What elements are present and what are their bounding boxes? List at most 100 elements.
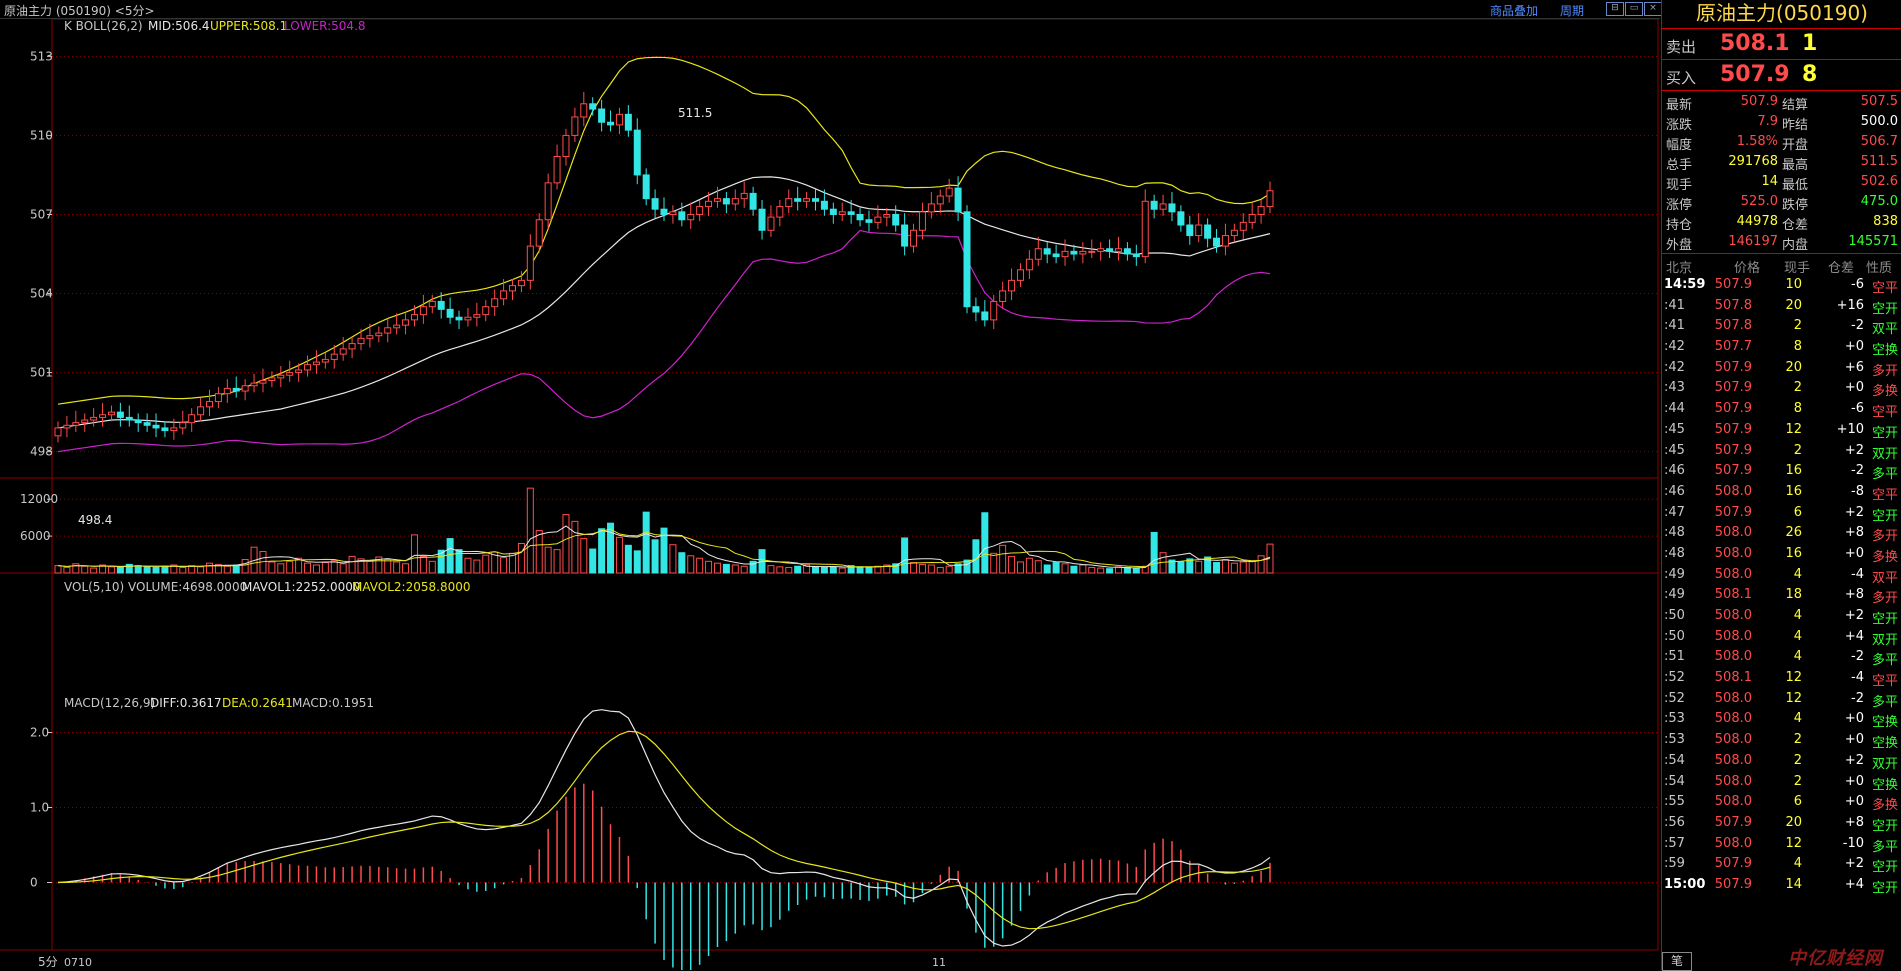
tick-row[interactable]: :53 508.0 2 +0 空换 — [1662, 730, 1901, 751]
candle-body — [1043, 248, 1051, 255]
quote-panel: 原油主力(050190) 卖出 508.1 1 买入 507.9 8 最新 507… — [1661, 0, 1901, 971]
tick-row[interactable]: :48 508.0 26 +8 多开 — [1662, 523, 1901, 544]
tick-row[interactable]: :47 507.9 6 +2 空开 — [1662, 503, 1901, 524]
tick-time: :42 — [1664, 339, 1685, 355]
stats-row: 涨跌 7.9 昨结 500.0 — [1662, 112, 1901, 133]
tick-nature: 空换 — [1871, 777, 1898, 793]
tick-price: 508.0 — [1714, 794, 1752, 810]
tick-row[interactable]: :53 508.0 4 +0 空换 — [1662, 709, 1901, 730]
tick-row[interactable]: :48 508.0 16 +0 多换 — [1662, 544, 1901, 565]
candle-body — [1123, 248, 1131, 255]
tick-row[interactable]: :57 508.0 12 -10 多平 — [1662, 834, 1901, 855]
tick-row[interactable]: :42 507.9 20 +6 多开 — [1662, 358, 1901, 379]
tick-row[interactable]: :46 508.0 16 -8 空平 — [1662, 482, 1901, 503]
volume-bar — [820, 566, 828, 574]
tick-oi-change: -10 — [1842, 835, 1864, 851]
candle-body — [740, 192, 748, 200]
ticks-tab[interactable]: 笔 — [1662, 952, 1692, 971]
tick-row[interactable]: :49 508.0 4 -4 双平 — [1662, 565, 1901, 586]
tick-time: :50 — [1664, 628, 1685, 644]
volume-bar — [544, 546, 552, 574]
y-tick-label: 501 — [30, 366, 53, 380]
chart-area[interactable]: 513 510 507 504 501 498 12000 6000 2.0 1.0 0 K BOL… — [0, 19, 1660, 970]
overlay-commodity-link[interactable]: 商品叠加 — [1490, 2, 1538, 19]
tick-row[interactable]: :52 508.0 12 -2 多平 — [1662, 689, 1901, 710]
tick-row[interactable]: :52 508.1 12 -4 空平 — [1662, 668, 1901, 689]
candle-body — [990, 300, 998, 321]
tick-row[interactable]: :51 508.0 4 -2 多平 — [1662, 647, 1901, 668]
boll-lower-line — [57, 229, 1271, 453]
candle-body — [936, 195, 944, 205]
stat-value: 500.0 — [1860, 114, 1898, 129]
candle-body — [1186, 224, 1194, 237]
close-icon[interactable]: × — [1644, 2, 1662, 16]
candle-body — [410, 314, 418, 321]
tick-row[interactable]: :50 508.0 4 +2 空开 — [1662, 606, 1901, 627]
tick-row[interactable]: :54 508.0 2 +2 双开 — [1662, 751, 1901, 772]
candle-body — [1132, 253, 1140, 258]
tick-nature: 多开 — [1871, 591, 1898, 607]
tick-row[interactable]: :56 507.9 20 +8 空开 — [1662, 813, 1901, 834]
tick-row[interactable]: :41 507.8 2 -2 双平 — [1662, 316, 1901, 337]
candle-body — [152, 424, 160, 429]
tick-price: 507.9 — [1714, 504, 1752, 520]
tick-time: :57 — [1664, 835, 1685, 851]
macd-dea-label: DEA:0.2641 — [222, 696, 293, 710]
tick-row[interactable]: :43 507.9 2 +0 多换 — [1662, 378, 1901, 399]
stat-value: 44978 — [1736, 214, 1778, 229]
tick-nature: 空开 — [1871, 425, 1898, 441]
tick-row[interactable]: :45 507.9 12 +10 空开 — [1662, 420, 1901, 441]
candle-body — [553, 155, 561, 184]
candle-body — [562, 134, 570, 157]
tick-row[interactable]: 14:59 507.9 10 -6 空平 — [1662, 275, 1901, 296]
volume-bar — [464, 557, 472, 574]
tick-oi-change: -6 — [1851, 277, 1864, 292]
panel-title: 原油主力(050190) — [1662, 0, 1901, 29]
stat-value: 506.7 — [1860, 134, 1898, 149]
tick-nature: 双开 — [1871, 632, 1898, 648]
candle-body — [1141, 200, 1149, 258]
split-icon[interactable]: ⊟ — [1606, 2, 1624, 16]
volume-bar — [767, 565, 775, 574]
tick-row[interactable]: :49 508.1 18 +8 多开 — [1662, 585, 1901, 606]
volume-bar — [1097, 567, 1105, 574]
volume-bar — [615, 536, 623, 574]
tick-price: 507.9 — [1714, 463, 1752, 479]
mavol2-label: MAVOL2:2058.8000 — [352, 580, 471, 594]
tick-row[interactable]: :50 508.0 4 +4 双开 — [1662, 627, 1901, 648]
tick-row[interactable]: :46 507.9 16 -2 多平 — [1662, 461, 1901, 482]
tick-row[interactable]: :41 507.8 20 +16 空开 — [1662, 296, 1901, 317]
tick-row[interactable]: :55 508.0 6 +0 多换 — [1662, 792, 1901, 813]
candle-body — [72, 422, 80, 426]
y-tick-label: 12000 — [20, 492, 58, 506]
sell-label: 卖出 — [1666, 38, 1697, 56]
tick-row[interactable]: :44 507.9 8 -6 空平 — [1662, 399, 1901, 420]
candle-body — [250, 382, 258, 387]
tick-list[interactable]: 14:59 507.9 10 -6 空平:41 507.8 20 +16 空开:41 507.8 2… — [1662, 275, 1901, 896]
candle-body — [304, 364, 312, 371]
candle-body — [954, 187, 962, 213]
tick-price: 507.8 — [1714, 318, 1752, 334]
tick-row[interactable]: :54 508.0 2 +0 空换 — [1662, 772, 1901, 793]
restore-icon[interactable]: ▭ — [1625, 2, 1643, 16]
period-label[interactable]: 5分 — [38, 955, 58, 969]
volume-bar — [705, 560, 713, 574]
tick-row[interactable]: :45 507.9 2 +2 双开 — [1662, 441, 1901, 462]
candle-body — [348, 343, 356, 350]
tick-row[interactable]: :59 507.9 4 +2 空开 — [1662, 854, 1901, 875]
period-link[interactable]: 周期 — [1560, 2, 1584, 19]
low-marker: 498.4 — [78, 513, 112, 527]
tick-oi-change: +4 — [1844, 876, 1864, 892]
tick-row[interactable]: :42 507.7 8 +0 空换 — [1662, 337, 1901, 358]
stat-value: 507.9 — [1740, 94, 1778, 109]
volume-bar — [241, 558, 249, 574]
candle-body — [384, 327, 392, 334]
volume-bar — [1177, 561, 1185, 574]
tick-nature: 多换 — [1871, 549, 1898, 565]
tick-price: 508.0 — [1714, 732, 1752, 748]
tick-row[interactable]: 15:00 507.9 14 +4 空开 — [1662, 875, 1901, 896]
tick-price: 507.9 — [1714, 814, 1752, 830]
buy-row: 买入 507.9 8 — [1662, 60, 1901, 91]
title-bar: 原油主力 (050190) <5分> 商品叠加 周期 ⊟ ▭ × — [0, 0, 1662, 19]
candle-body — [927, 203, 935, 213]
